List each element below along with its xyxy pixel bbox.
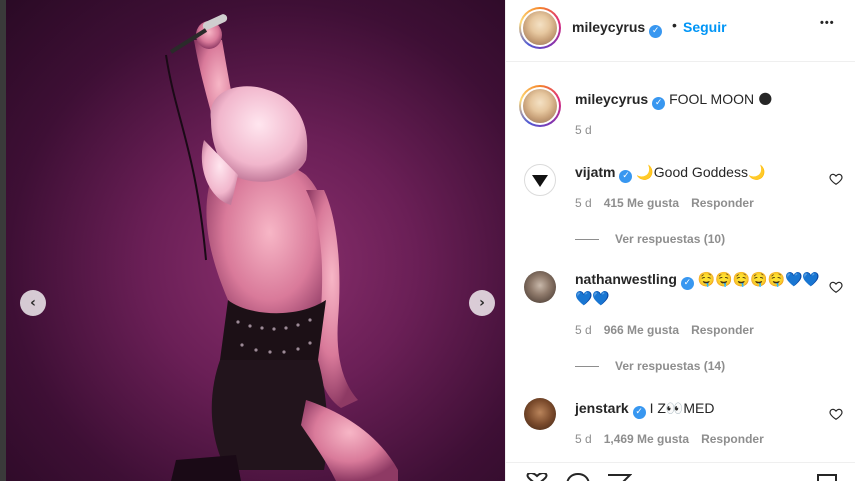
comment-text: vijatm ✓ 🌙Good Goddess🌙 <box>575 164 766 183</box>
triangle-logo-icon <box>532 175 548 187</box>
comment-likes[interactable]: 415 Me gusta <box>604 196 679 210</box>
share-icon[interactable] <box>606 473 632 481</box>
author-username-row[interactable]: mileycyrus ✓ <box>572 19 663 38</box>
verified-badge-icon: ✓ <box>649 25 663 38</box>
comment-avatar[interactable] <box>524 164 556 196</box>
post-header: mileycyrus ✓ • Seguir ••• <box>506 0 855 62</box>
comment-timestamp[interactable]: 5 d <box>575 323 592 337</box>
more-options-icon[interactable]: ••• <box>820 17 835 29</box>
verified-badge-icon: ✓ <box>680 277 694 290</box>
divider <box>575 365 599 367</box>
comment-timestamp[interactable]: 5 d <box>575 196 592 210</box>
comment-meta: 5 d 966 Me gusta Responder <box>575 323 754 337</box>
comment-likes[interactable]: 966 Me gusta <box>604 323 679 337</box>
heart-icon[interactable] <box>829 407 843 421</box>
comment-username[interactable]: jenstark <box>575 400 629 416</box>
heart-icon[interactable] <box>829 280 843 294</box>
comment-timestamp[interactable]: 5 d <box>575 432 592 446</box>
separator-dot: • <box>672 17 677 33</box>
view-replies-button[interactable]: Ver respuestas (10) <box>575 232 725 246</box>
divider <box>575 238 599 240</box>
heart-icon[interactable] <box>524 473 550 481</box>
verified-badge-icon: ✓ <box>619 170 633 183</box>
next-media-button[interactable]: › <box>469 290 495 316</box>
post-media[interactable]: ‹ › <box>6 0 505 481</box>
post-side-panel: mileycyrus ✓ • Seguir ••• mileycyrus ✓ FOO… <box>505 0 855 481</box>
caption-timestamp[interactable]: 5 d <box>575 123 592 137</box>
caption: mileycyrus ✓ FOOL MOON 🌑 <box>575 91 773 110</box>
comment-icon[interactable] <box>565 473 591 481</box>
reply-button[interactable]: Responder <box>691 196 754 210</box>
author-avatar[interactable] <box>519 7 561 49</box>
follow-button[interactable]: Seguir <box>683 19 727 35</box>
caption-author-avatar[interactable] <box>519 85 561 127</box>
caption-username[interactable]: mileycyrus <box>575 91 648 107</box>
previous-media-button[interactable]: ‹ <box>20 290 46 316</box>
comment-username[interactable]: vijatm <box>575 164 615 180</box>
reply-button[interactable]: Responder <box>701 432 764 446</box>
reply-button[interactable]: Responder <box>691 323 754 337</box>
comment-meta: 5 d 1,469 Me gusta Responder <box>575 432 764 446</box>
verified-badge-icon: ✓ <box>632 406 646 419</box>
comment-text: nathanwestling ✓ 🤤🤤🤤🤤🤤💙💙 <box>575 271 820 290</box>
chevron-left-icon: ‹ <box>30 295 36 311</box>
author-username[interactable]: mileycyrus <box>572 19 645 35</box>
caption-text: FOOL MOON 🌑 <box>669 91 773 107</box>
comment-username[interactable]: nathanwestling <box>575 271 677 287</box>
heart-icon[interactable] <box>829 172 843 186</box>
chevron-right-icon: › <box>479 295 485 311</box>
bookmark-icon[interactable] <box>816 473 838 481</box>
comment-text: jenstark ✓ I Z👀MED <box>575 400 715 419</box>
performer-photo <box>165 14 398 481</box>
view-replies-button[interactable]: Ver respuestas (14) <box>575 359 725 373</box>
comment-avatar[interactable] <box>524 398 556 430</box>
comment-avatar[interactable] <box>524 271 556 303</box>
comment-likes[interactable]: 1,469 Me gusta <box>604 432 689 446</box>
post-action-bar <box>506 462 855 481</box>
comment-text-continued: 💙💙 <box>575 290 610 306</box>
verified-badge-icon: ✓ <box>652 97 666 110</box>
comment-meta: 5 d 415 Me gusta Responder <box>575 196 754 210</box>
